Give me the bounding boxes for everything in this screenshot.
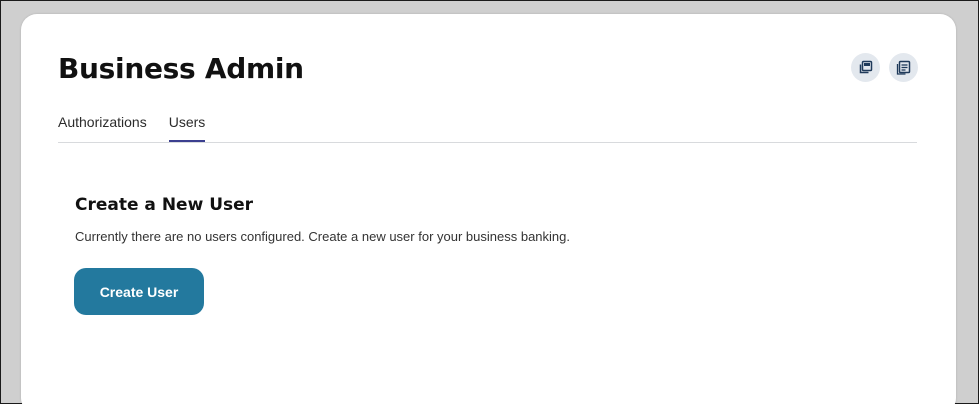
section-description: Currently there are no users configured.… bbox=[75, 229, 570, 244]
copy-window-button[interactable] bbox=[851, 53, 880, 82]
copy-window-icon bbox=[858, 60, 873, 75]
document-list-icon bbox=[896, 60, 911, 75]
tab-users[interactable]: Users bbox=[168, 113, 205, 142]
business-admin-panel: Business Admin Authorizations Users Crea… bbox=[21, 14, 956, 404]
page-title: Business Admin bbox=[58, 52, 304, 85]
create-user-button[interactable]: Create User bbox=[74, 268, 204, 315]
header-actions bbox=[851, 53, 918, 82]
tab-authorizations[interactable]: Authorizations bbox=[58, 113, 147, 142]
section-title: Create a New User bbox=[75, 195, 254, 215]
tab-bar: Authorizations Users bbox=[58, 113, 917, 143]
document-list-button[interactable] bbox=[889, 53, 918, 82]
